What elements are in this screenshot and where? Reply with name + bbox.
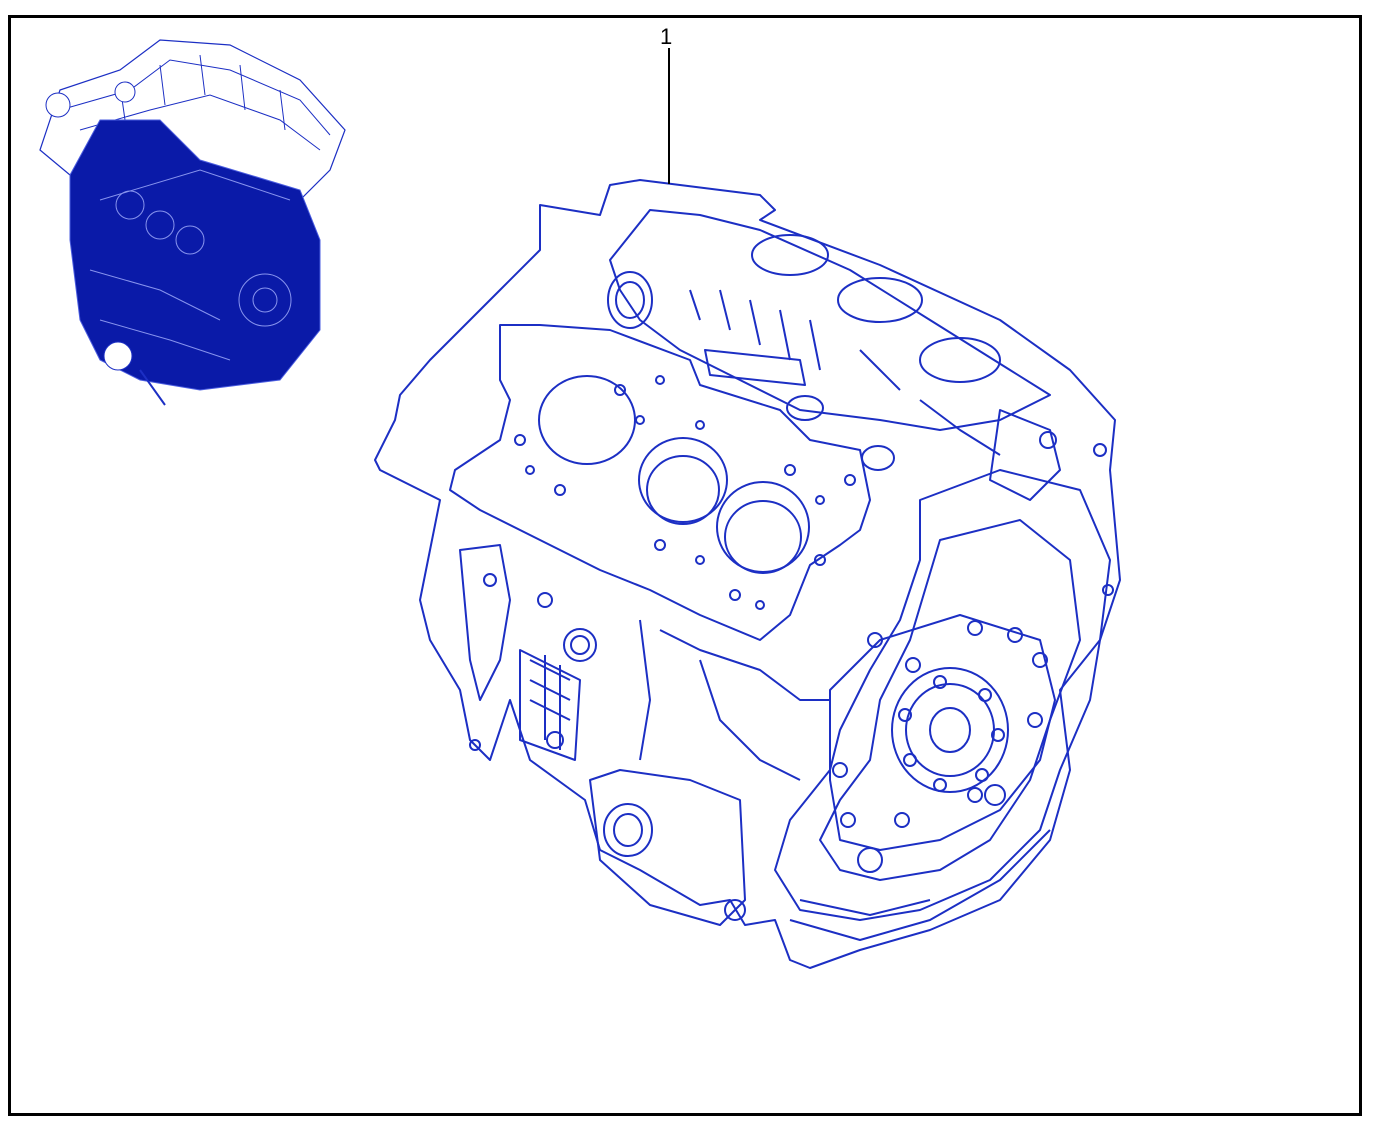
engine-thumbnail-illustration[interactable] xyxy=(0,0,1392,1124)
engine-block-drawing xyxy=(374,179,1121,969)
engine-thumbnail xyxy=(39,39,346,406)
callout-leader-line xyxy=(668,48,670,184)
callout-number[interactable]: 1 xyxy=(660,24,672,50)
